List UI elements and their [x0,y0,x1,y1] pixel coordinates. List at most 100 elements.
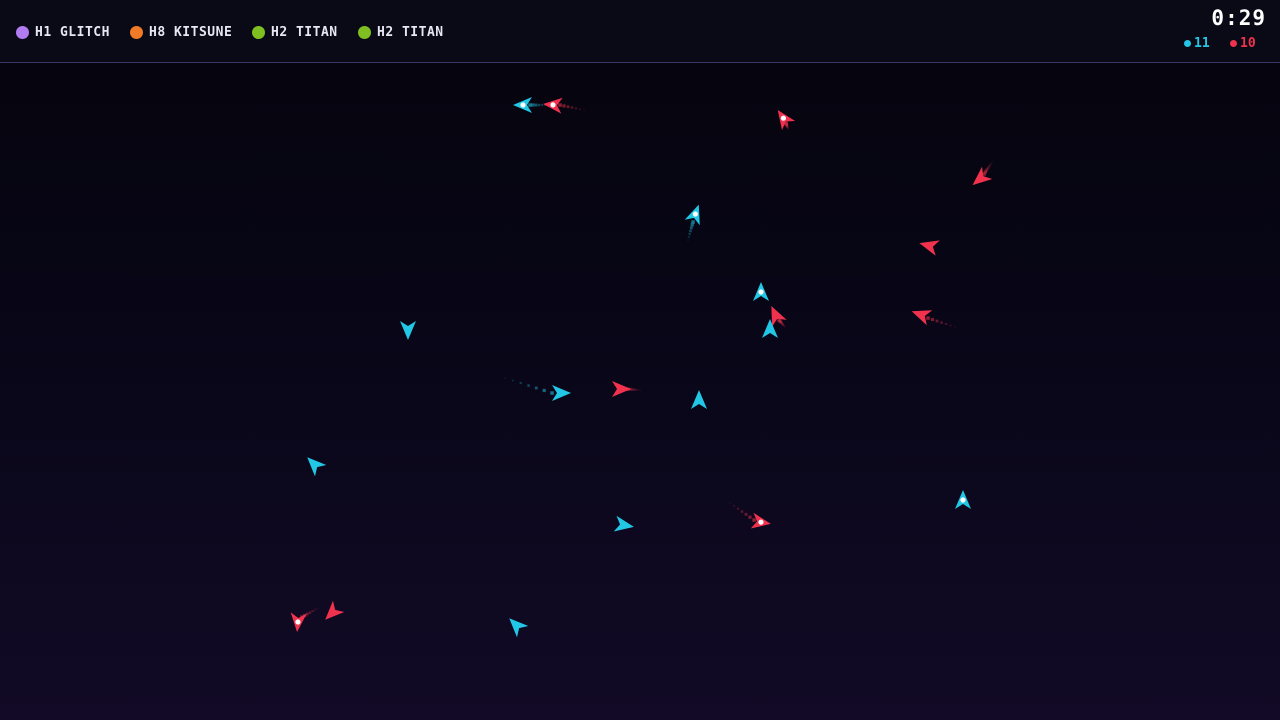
ship-trail-particle [687,239,689,241]
ship-trail-particle [511,379,514,382]
red-ship [750,512,771,529]
ship-trail-particle [534,386,538,390]
cyan-ship [400,321,416,340]
team-cyan-score: 11 [1184,36,1210,51]
ship-trail-particle [689,226,693,230]
red-ship [290,612,307,632]
ship-trail-particle [570,106,574,109]
player-name: H1 GLITCH [35,24,110,40]
ship-hull-icon [762,319,778,338]
player-name: H2 TITAN [377,24,444,40]
ship-trail-particle [519,381,522,385]
ship-trail-particle [540,103,544,107]
player-color-dot [130,25,143,39]
red-ship [612,381,631,397]
ship-hull-icon [613,515,634,532]
cyan-ship [753,282,769,301]
ship-trail-particle [314,608,317,611]
ship-hull-icon [919,240,940,256]
ship-trail-particle [954,326,956,328]
team-cyan-count: 11 [1194,36,1210,51]
team-red-score: 10 [1230,36,1256,51]
player-tag-2: H8 KITSUNE [130,23,232,41]
ship-trail-particle [687,236,690,238]
ship-hull-icon [307,457,327,477]
ship-trail-particle [558,103,562,107]
ship-trail-particle [574,107,578,110]
arena [290,97,993,638]
cyan-ship [691,390,707,409]
ship-core-glow [758,289,764,295]
ship-trail-particle [748,515,752,519]
team-red-dot [1230,40,1237,47]
ship-trail-particle [988,164,991,168]
ship-trail-particle [542,388,546,393]
hud-bar: H1 GLITCH H8 KITSUNE H2 TITAN H2 TITAN 0… [0,0,1280,63]
ship-hull-icon [509,618,529,638]
ship-trail-particle [566,105,570,109]
cyan-ship [307,457,327,477]
ship-trail-particle [504,377,506,379]
cyan-ship [684,204,700,226]
ship-hull-icon [612,381,631,397]
ship-trail-particle [689,229,692,233]
ship-hull-icon [972,166,993,186]
player-name: H8 KITSUNE [149,24,233,40]
player-color-dot [252,25,265,39]
red-ship [777,109,796,131]
red-ship [911,310,933,326]
ship-hull-icon [400,321,416,340]
cyan-ship [955,490,971,509]
ship-trail-particle [579,108,581,111]
ship-hull-icon [325,600,345,620]
ship-trail-particle [562,104,566,108]
ship-trail-particle [688,232,691,236]
ship-core-glow [960,497,966,503]
ship-trail-particle [935,319,939,323]
ship-trail-particle [752,518,756,522]
player-tag-4: H2 TITAN [358,23,444,41]
game-screen: H1 GLITCH H8 KITSUNE H2 TITAN H2 TITAN 0… [0,0,1280,720]
ship-trail-particle [989,163,992,165]
ship-trail-particle [531,103,535,107]
red-ship [972,166,993,186]
ship-trail-particle [550,391,554,395]
ship-trail-particle [631,388,635,391]
cyan-ship [509,618,529,638]
ship-trail-particle [636,388,639,391]
ship-trail-particle [534,103,538,107]
cyan-ship [762,319,778,338]
ship-trail-particle [926,316,930,320]
ship-trail-particle [930,317,935,322]
ship-trail-particle [691,220,695,224]
ship-hull-icon [911,310,933,326]
ship-trail-particle [311,609,314,613]
ship-trail-particle [940,321,943,324]
team-red-count: 10 [1240,36,1256,51]
ship-trail-particle [944,322,948,326]
ship-trail-particle [639,389,641,391]
red-ship [919,240,940,256]
ship-trail-particle [634,388,637,391]
ship-hull-icon [552,385,571,401]
cyan-ship [613,515,634,532]
team-cyan-dot [1184,40,1191,47]
red-ship [325,600,345,620]
player-color-dot [358,25,371,39]
ship-trail-particle [537,103,541,107]
ship-trail-particle [729,502,731,504]
ship-trail-particle [736,507,740,510]
ship-trail-particle [317,607,319,609]
player-name: H2 TITAN [271,24,338,40]
ship-trail-particle [740,510,744,513]
ship-trail-particle [528,103,532,107]
ship-trail-particle [527,384,530,387]
ship-trail-particle [583,109,585,111]
ship-trail-particle [991,161,993,163]
player-tag-3: H2 TITAN [252,23,338,41]
ship-trail-particle [690,223,694,227]
ship-hull-icon [691,390,707,409]
ship-core-glow [520,102,526,108]
ship-trail-particle [744,512,748,516]
ship-trail-particle [733,504,735,507]
